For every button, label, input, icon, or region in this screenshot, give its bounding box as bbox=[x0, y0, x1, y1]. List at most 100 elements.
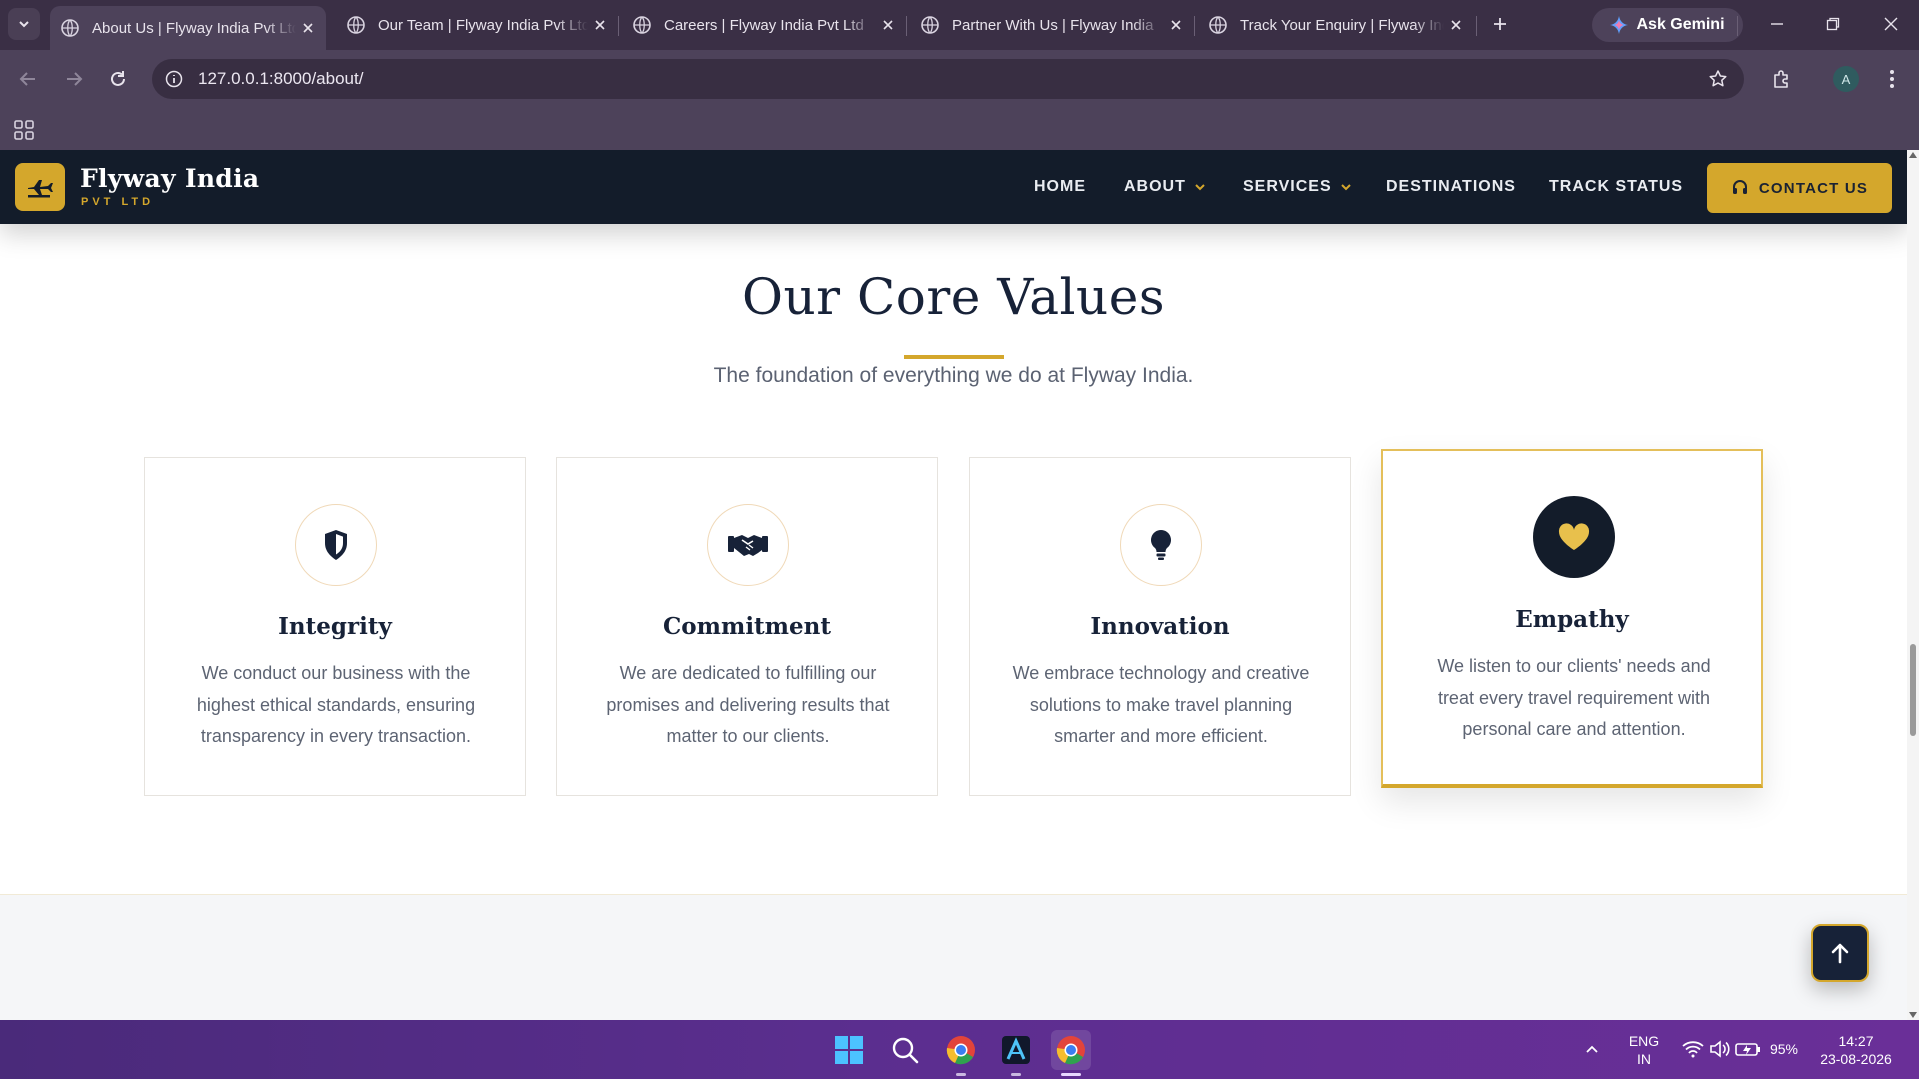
scroll-down-arrow[interactable] bbox=[1909, 1012, 1917, 1018]
search-icon bbox=[892, 1037, 919, 1064]
nav-destinations-label: DESTINATIONS bbox=[1386, 178, 1516, 195]
url-text: 127.0.0.1:8000/about/ bbox=[198, 69, 364, 88]
battery-status[interactable] bbox=[1731, 1032, 1765, 1066]
section-subtitle: The foundation of everything we do at Fl… bbox=[713, 364, 1194, 387]
value-card-commitment: Commitment We are dedicated to fulfillin… bbox=[556, 457, 938, 796]
chevron-up-icon bbox=[1586, 1045, 1598, 1053]
nav-home[interactable]: HOME bbox=[1034, 178, 1086, 196]
card-title: Integrity bbox=[278, 613, 392, 640]
language-code: ENG bbox=[1628, 1033, 1660, 1049]
restore-button[interactable] bbox=[1813, 8, 1853, 40]
taskbar-chrome[interactable] bbox=[941, 1030, 981, 1070]
icon-circle bbox=[1120, 504, 1202, 586]
running-indicator bbox=[956, 1073, 966, 1076]
new-tab-button[interactable] bbox=[1486, 10, 1514, 38]
os-taskbar: ENG IN 95% 14:27 23-08-2026 bbox=[0, 1020, 1919, 1079]
puzzle-icon bbox=[1774, 70, 1788, 88]
value-card-empathy: Empathy We listen to our clients' needs … bbox=[1381, 449, 1763, 788]
tab-separator bbox=[906, 16, 907, 36]
tab-partner-with-us[interactable]: Partner With Us | Flyway India bbox=[910, 6, 1194, 44]
close-tab-icon[interactable] bbox=[588, 13, 612, 37]
battery-percent: 95% bbox=[1769, 1041, 1799, 1057]
scroll-up-arrow[interactable] bbox=[1909, 152, 1917, 158]
scrollbar-thumb[interactable] bbox=[1910, 644, 1916, 736]
speaker-icon bbox=[1710, 1040, 1730, 1058]
running-indicator bbox=[1011, 1073, 1021, 1076]
browser-tab-strip: About Us | Flyway India Pvt Ltd Our Team… bbox=[0, 0, 1919, 50]
arrow-right-icon bbox=[67, 72, 83, 86]
language-indicator[interactable]: ENG IN bbox=[1622, 1032, 1666, 1068]
tab-track-enquiry[interactable]: Track Your Enquiry | Flyway India bbox=[1198, 6, 1474, 44]
arrow-left-icon bbox=[19, 72, 35, 86]
profile-avatar[interactable]: A bbox=[1833, 66, 1859, 92]
browser-menu-button[interactable] bbox=[1878, 63, 1906, 95]
start-button[interactable] bbox=[829, 1030, 869, 1070]
battery-charging-icon bbox=[1735, 1043, 1760, 1056]
nav-track-status[interactable]: TRACK STATUS bbox=[1549, 178, 1683, 196]
windows-logo-icon bbox=[835, 1036, 863, 1064]
icon-circle bbox=[1533, 496, 1615, 578]
wifi-icon bbox=[1682, 1041, 1704, 1058]
globe-icon bbox=[347, 16, 365, 34]
site-logo[interactable] bbox=[15, 163, 65, 211]
card-title: Innovation bbox=[1090, 613, 1230, 640]
clock-time: 14:27 bbox=[1838, 1033, 1874, 1049]
close-tab-icon[interactable] bbox=[296, 16, 320, 40]
region-code: IN bbox=[1637, 1051, 1651, 1067]
extensions-button[interactable] bbox=[1766, 63, 1798, 95]
globe-icon bbox=[61, 19, 79, 37]
minimize-icon bbox=[1771, 23, 1783, 25]
tab-separator bbox=[618, 16, 619, 36]
value-card-integrity: Integrity We conduct our business with t… bbox=[144, 457, 526, 796]
plus-icon bbox=[1494, 18, 1506, 30]
minimize-button[interactable] bbox=[1757, 8, 1797, 40]
bookmark-star-icon[interactable] bbox=[1706, 67, 1730, 91]
nav-about-label: ABOUT bbox=[1124, 178, 1186, 195]
site-brand-name[interactable]: Flyway India bbox=[80, 164, 259, 193]
card-description: We conduct our business with the highest… bbox=[196, 663, 476, 746]
apps-grid-icon[interactable] bbox=[12, 118, 36, 142]
site-header: Flyway India PVT LTD HOME ABOUT SERVICES… bbox=[0, 150, 1907, 224]
tab-separator bbox=[1737, 16, 1738, 36]
back-to-top-button[interactable] bbox=[1811, 924, 1869, 982]
reload-icon bbox=[111, 71, 125, 86]
next-section-band bbox=[0, 894, 1907, 1020]
nav-services-label: SERVICES bbox=[1243, 178, 1332, 195]
close-tab-icon[interactable] bbox=[1164, 13, 1188, 37]
gemini-sparkle-icon bbox=[1610, 16, 1629, 34]
show-hidden-icons-button[interactable] bbox=[1575, 1032, 1609, 1066]
lightbulb-icon bbox=[1151, 530, 1171, 560]
taskbar-search-button[interactable] bbox=[885, 1030, 925, 1070]
nav-about[interactable]: ABOUT bbox=[1124, 178, 1206, 196]
close-tab-icon[interactable] bbox=[876, 13, 900, 37]
headset-icon bbox=[1732, 180, 1747, 194]
forward-button[interactable] bbox=[58, 63, 90, 95]
tab-title: Partner With Us | Flyway India bbox=[952, 16, 1154, 34]
taskbar-app-editor[interactable] bbox=[996, 1030, 1036, 1070]
card-description: We embrace technology and creative solut… bbox=[1012, 663, 1310, 746]
nav-destinations[interactable]: DESTINATIONS bbox=[1386, 178, 1516, 196]
back-button[interactable] bbox=[12, 63, 44, 95]
clock[interactable]: 14:27 23-08-2026 bbox=[1812, 1032, 1900, 1068]
page-viewport: Flyway India PVT LTD HOME ABOUT SERVICES… bbox=[0, 150, 1907, 1020]
close-tab-icon[interactable] bbox=[1444, 13, 1468, 37]
site-info-icon[interactable] bbox=[162, 67, 186, 91]
tab-title: Track Your Enquiry | Flyway India bbox=[1240, 16, 1444, 34]
tab-title: Our Team | Flyway India Pvt Ltd bbox=[378, 16, 588, 34]
ask-gemini-button[interactable]: Ask Gemini bbox=[1592, 8, 1743, 42]
app-a-icon bbox=[1002, 1036, 1030, 1064]
tab-our-team[interactable]: Our Team | Flyway India Pvt Ltd bbox=[336, 6, 618, 44]
tab-about-us[interactable]: About Us | Flyway India Pvt Ltd bbox=[50, 6, 326, 50]
tab-careers[interactable]: Careers | Flyway India Pvt Ltd bbox=[622, 6, 906, 44]
taskbar-chrome-active[interactable] bbox=[1051, 1030, 1091, 1070]
page-scrollbar[interactable] bbox=[1907, 150, 1919, 1020]
icon-circle bbox=[295, 504, 377, 586]
close-window-button[interactable] bbox=[1871, 8, 1911, 40]
address-bar[interactable]: 127.0.0.1:8000/about/ bbox=[152, 59, 1744, 99]
clock-date: 23-08-2026 bbox=[1820, 1051, 1892, 1067]
reload-button[interactable] bbox=[102, 63, 134, 95]
contact-us-button[interactable]: CONTACT US bbox=[1707, 163, 1892, 213]
tab-search-button[interactable] bbox=[8, 8, 40, 40]
nav-services[interactable]: SERVICES bbox=[1243, 178, 1352, 196]
globe-icon bbox=[1209, 16, 1227, 34]
